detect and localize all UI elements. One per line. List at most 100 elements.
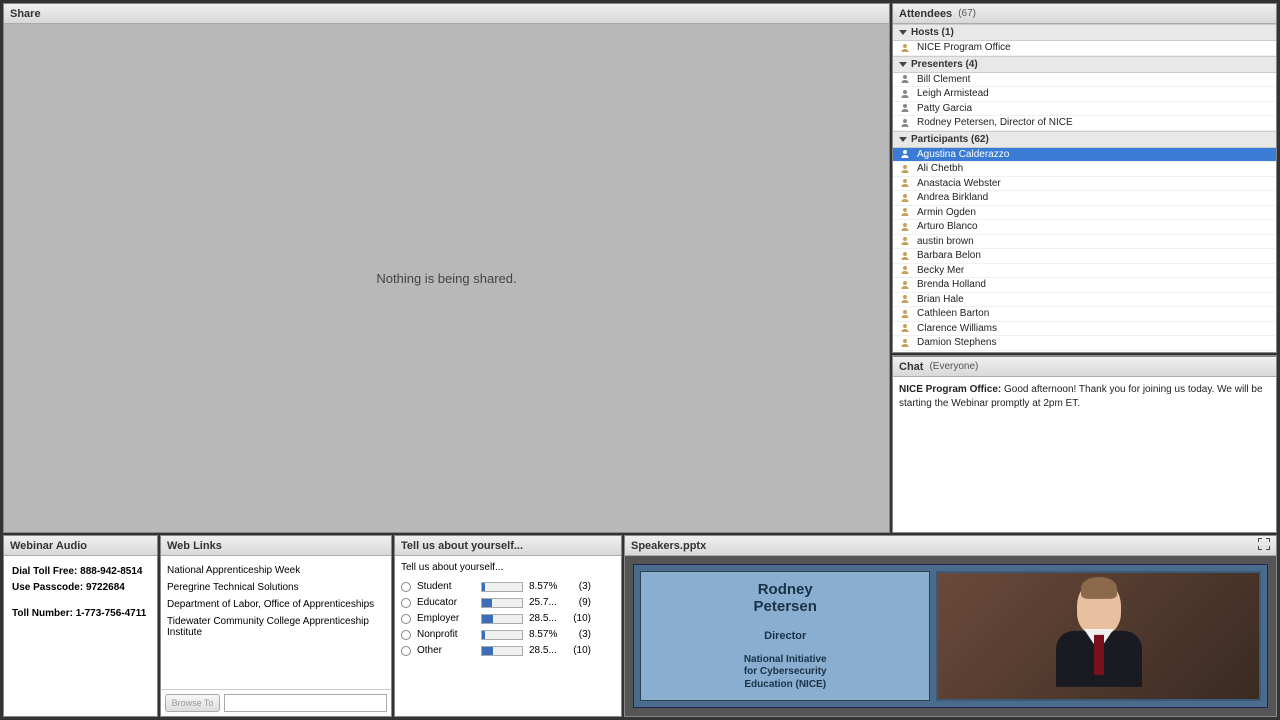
attendee-row[interactable]: Rodney Petersen, Director of NICE: [893, 116, 1276, 131]
audio-title: Webinar Audio: [10, 540, 87, 552]
attendee-name: austin brown: [917, 236, 974, 247]
attendee-row[interactable]: Anastacia Webster: [893, 177, 1276, 192]
attendee-row[interactable]: Ali Chetbh: [893, 162, 1276, 177]
poll-pct: 8.57%: [529, 629, 563, 640]
attendee-row[interactable]: NICE Program Office: [893, 41, 1276, 56]
browse-to-button[interactable]: Browse To: [165, 694, 220, 712]
attendee-name: Leigh Armistead: [917, 88, 989, 99]
attendee-row[interactable]: Brenda Holland: [893, 278, 1276, 293]
person-icon: [899, 42, 911, 54]
attendees-count: (67): [958, 8, 976, 19]
person-icon: [899, 221, 911, 233]
link-url-input[interactable]: [224, 694, 387, 712]
attendee-section-header[interactable]: Participants (62): [893, 131, 1276, 148]
chevron-down-icon: [899, 137, 907, 142]
section-label: Participants (62): [911, 134, 989, 145]
poll-pct: 28.5...: [529, 645, 563, 656]
attendee-name: Andrea Birkland: [917, 192, 988, 203]
person-icon: [899, 206, 911, 218]
radio-icon[interactable]: [401, 598, 411, 608]
person-icon: [899, 102, 911, 114]
poll-title: Tell us about yourself...: [401, 540, 523, 552]
poll-bar: [481, 598, 523, 608]
poll-pct: 28.5...: [529, 613, 563, 624]
attendee-row[interactable]: Brian Hale: [893, 293, 1276, 308]
links-header: Web Links: [161, 536, 391, 556]
attendees-pod: Attendees (67) Hosts (1)NICE Program Off…: [892, 3, 1277, 353]
attendee-name: Clarence Williams: [917, 323, 997, 334]
slide: Rodney Petersen Director National Initia…: [633, 564, 1268, 708]
person-icon: [899, 279, 911, 291]
person-icon: [899, 293, 911, 305]
web-link-item[interactable]: National Apprenticeship Week: [163, 562, 389, 579]
speaker-photo: [936, 571, 1261, 701]
fullscreen-icon[interactable]: [1258, 538, 1270, 553]
poll-count: (3): [569, 629, 591, 640]
attendee-name: Ali Chetbh: [917, 163, 963, 174]
poll-option[interactable]: Nonprofit8.57%(3): [401, 629, 615, 640]
poll-option-label: Student: [417, 581, 475, 592]
speaker-org: National Initiative for Cybersecurity Ed…: [744, 654, 827, 692]
poll-count: (10): [569, 645, 591, 656]
audio-body: Dial Toll Free: 888-942-8514 Use Passcod…: [4, 556, 157, 630]
person-icon: [899, 308, 911, 320]
links-footer: Browse To: [161, 689, 391, 716]
attendee-row[interactable]: Armin Ogden: [893, 206, 1276, 221]
attendee-row[interactable]: austin brown: [893, 235, 1276, 250]
speakers-body[interactable]: Rodney Petersen Director National Initia…: [625, 556, 1276, 716]
toll-number: 1-773-756-4711: [76, 608, 147, 619]
audio-header: Webinar Audio: [4, 536, 157, 556]
attendee-row[interactable]: Arturo Blanco: [893, 220, 1276, 235]
attendee-section-header[interactable]: Hosts (1): [893, 24, 1276, 41]
poll-option[interactable]: Educator25.7...(9): [401, 597, 615, 608]
radio-icon[interactable]: [401, 630, 411, 640]
attendee-row[interactable]: Agustina Calderazzo: [893, 148, 1276, 163]
web-link-item[interactable]: Tidewater Community College Apprenticesh…: [163, 613, 389, 641]
attendee-name: Rodney Petersen, Director of NICE: [917, 117, 1073, 128]
speakers-title: Speakers.pptx: [631, 540, 706, 552]
passcode-label: Use Passcode:: [12, 582, 86, 593]
person-icon: [899, 264, 911, 276]
person-icon: [899, 148, 911, 160]
attendee-name: Armin Ogden: [917, 207, 976, 218]
radio-icon[interactable]: [401, 582, 411, 592]
poll-pct: 8.57%: [529, 581, 563, 592]
share-header: Share: [4, 4, 889, 24]
poll-body: Tell us about yourself... Student 8.57% (3…: [395, 556, 621, 667]
poll-pct: 25.7...: [529, 597, 563, 608]
attendee-row[interactable]: Clarence Williams: [893, 322, 1276, 337]
attendee-section-header[interactable]: Presenters (4): [893, 56, 1276, 73]
speakers-pod: Speakers.pptx Rodney Petersen Director N…: [624, 535, 1277, 717]
attendee-row[interactable]: Damion Stephens: [893, 336, 1276, 351]
poll-option[interactable]: Employer28.5...(10): [401, 613, 615, 624]
chat-body[interactable]: NICE Program Office: Good afternoon! Tha…: [893, 377, 1276, 532]
poll-option[interactable]: Other28.5...(10): [401, 645, 615, 656]
web-links-pod: Web Links National Apprenticeship WeekPe…: [160, 535, 392, 717]
radio-icon[interactable]: [401, 614, 411, 624]
attendee-row[interactable]: Becky Mer: [893, 264, 1276, 279]
chat-scope: (Everyone): [929, 361, 978, 372]
speaker-role: Director: [764, 630, 806, 642]
radio-icon[interactable]: [401, 646, 411, 656]
webinar-audio-pod: Webinar Audio Dial Toll Free: 888-942-85…: [3, 535, 158, 717]
person-icon: [899, 235, 911, 247]
web-link-item[interactable]: Department of Labor, Office of Apprentic…: [163, 596, 389, 613]
attendee-row[interactable]: Barbara Belon: [893, 249, 1276, 264]
attendee-row[interactable]: Leigh Armistead: [893, 87, 1276, 102]
attendee-row[interactable]: Patty Garcia: [893, 102, 1276, 117]
attendee-name: Anastacia Webster: [917, 178, 1001, 189]
attendee-name: Brian Hale: [917, 294, 964, 305]
attendee-name: Brenda Holland: [917, 279, 986, 290]
chevron-down-icon: [899, 62, 907, 67]
poll-bar: [481, 614, 523, 624]
web-link-item[interactable]: Peregrine Technical Solutions: [163, 579, 389, 596]
poll-option[interactable]: Student 8.57% (3): [401, 581, 615, 592]
poll-question: Tell us about yourself...: [401, 562, 615, 573]
person-icon: [899, 73, 911, 85]
attendee-row[interactable]: Andrea Birkland: [893, 191, 1276, 206]
attendees-list[interactable]: Hosts (1)NICE Program OfficePresenters (…: [893, 24, 1276, 352]
poll-count: (3): [569, 581, 591, 592]
attendee-row[interactable]: Bill Clement: [893, 73, 1276, 88]
attendee-row[interactable]: Cathleen Barton: [893, 307, 1276, 322]
person-icon: [899, 250, 911, 262]
